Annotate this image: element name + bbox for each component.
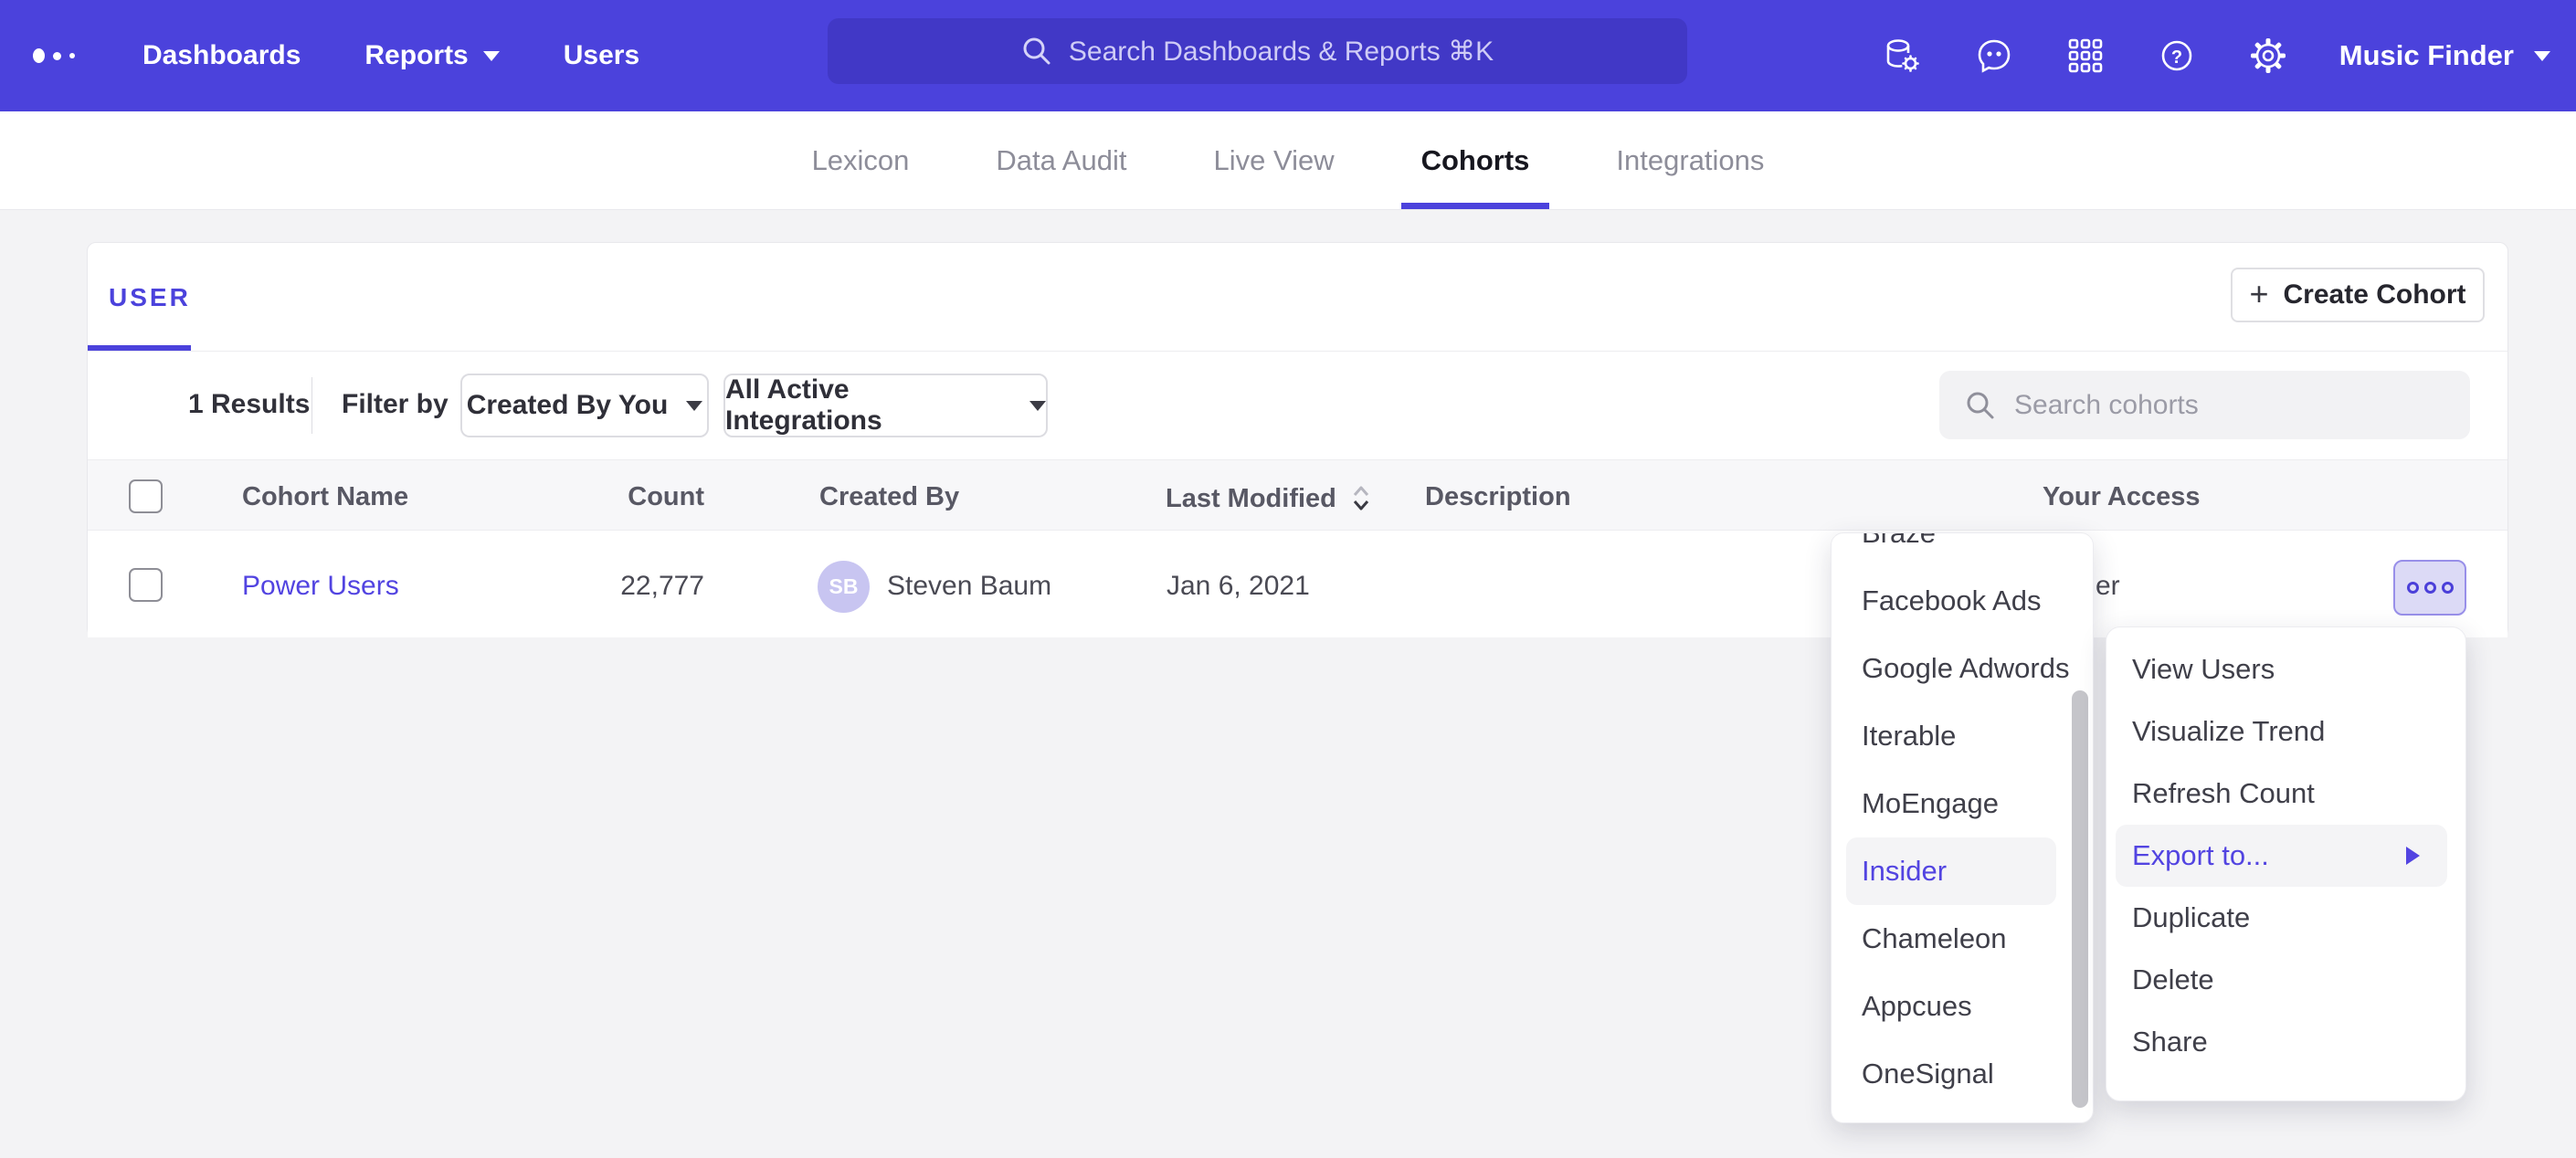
- dot-icon: [2407, 582, 2419, 594]
- menu-item-insider[interactable]: Insider: [1846, 837, 2056, 905]
- results-count: 1 Results: [188, 389, 310, 420]
- divider: [88, 351, 2507, 352]
- last-modified-date: Jan 6, 2021: [1167, 571, 1310, 602]
- filter-by-label: Filter by: [342, 389, 449, 420]
- export-destinations-list: Braze Facebook Ads Google Adwords Iterab…: [1832, 532, 2093, 1108]
- nav-item-users[interactable]: Users: [564, 40, 639, 71]
- cohorts-card: USER + Create Cohort 1 Results Filter by…: [87, 242, 2508, 637]
- nav-utilities: ?: [1883, 0, 2550, 111]
- tab-data-audit[interactable]: Data Audit: [996, 111, 1126, 209]
- menu-item-moengage[interactable]: MoEngage: [1832, 770, 2093, 837]
- menu-item-chameleon[interactable]: Chameleon: [1832, 905, 2093, 973]
- help-icon[interactable]: ?: [2157, 36, 2197, 76]
- divider: [311, 377, 312, 434]
- table-row: Power Users 22,777 SB Steven Baum Jan 6,…: [88, 531, 2507, 637]
- global-search-input[interactable]: Search Dashboards & Reports ⌘K: [828, 18, 1687, 84]
- export-destinations-menu: Braze Facebook Ads Google Adwords Iterab…: [1831, 532, 2094, 1123]
- menu-item-duplicate[interactable]: Duplicate: [2106, 887, 2465, 949]
- avatar: SB: [818, 561, 870, 613]
- your-access-value-partial: er: [2096, 571, 2120, 602]
- create-cohort-button[interactable]: + Create Cohort: [2231, 268, 2485, 322]
- row-actions-button[interactable]: [2393, 560, 2466, 616]
- dot-icon: [2424, 582, 2436, 594]
- nav-item-reports[interactable]: Reports: [364, 40, 499, 71]
- row-context-menu: View Users Visualize Trend Refresh Count…: [2106, 626, 2466, 1101]
- settings-gear-icon[interactable]: [2248, 36, 2288, 76]
- search-icon: [1021, 36, 1052, 67]
- filter-created-by-dropdown[interactable]: Created By You: [460, 374, 709, 437]
- global-search-placeholder: Search Dashboards & Reports ⌘K: [1069, 36, 1494, 68]
- column-header-last-modified[interactable]: Last Modified: [1166, 482, 1375, 515]
- column-header-count[interactable]: Count: [544, 482, 704, 512]
- chevron-down-icon: [686, 401, 702, 411]
- column-header-your-access[interactable]: Your Access: [2043, 482, 2200, 512]
- feedback-icon[interactable]: [1974, 36, 2014, 76]
- cohorts-page: Dashboards Reports Users Search Dashboar…: [0, 0, 2576, 1158]
- select-all-checkbox[interactable]: [129, 479, 163, 513]
- project-name: Music Finder: [2339, 39, 2514, 72]
- column-header-cohort-name[interactable]: Cohort Name: [242, 482, 408, 512]
- brand-logo-icon[interactable]: [33, 0, 75, 111]
- menu-item-google-adwords[interactable]: Google Adwords: [1832, 635, 2093, 702]
- data-management-icon[interactable]: [1883, 36, 1923, 76]
- plus-icon: +: [2249, 278, 2268, 311]
- project-switcher[interactable]: Music Finder: [2339, 39, 2550, 72]
- tab-integrations[interactable]: Integrations: [1616, 111, 1764, 209]
- chevron-down-icon: [2534, 51, 2550, 61]
- row-checkbox[interactable]: [129, 568, 163, 602]
- filter-integrations-dropdown[interactable]: All Active Integrations: [723, 374, 1048, 437]
- menu-item-facebook-ads[interactable]: Facebook Ads: [1832, 567, 2093, 635]
- cohort-name-link[interactable]: Power Users: [242, 571, 399, 602]
- cohort-type-tab-user[interactable]: USER: [109, 283, 191, 312]
- menu-item-share[interactable]: Share: [2106, 1011, 2465, 1073]
- chevron-down-icon: [1029, 401, 1046, 411]
- tab-live-view[interactable]: Live View: [1213, 111, 1334, 209]
- table-header: Cohort Name Count Created By Last Modifi…: [88, 459, 2507, 531]
- cohort-count: 22,777: [544, 571, 704, 602]
- menu-item-braze[interactable]: Braze: [1832, 532, 2093, 567]
- tab-lexicon[interactable]: Lexicon: [812, 111, 910, 209]
- submenu-arrow-icon: [2406, 847, 2420, 865]
- apps-grid-icon[interactable]: [2065, 36, 2106, 76]
- menu-item-view-users[interactable]: View Users: [2106, 638, 2465, 700]
- primary-nav: Dashboards Reports Users: [143, 0, 639, 111]
- menu-item-export-to[interactable]: Export to...: [2116, 825, 2447, 887]
- menu-item-iterable[interactable]: Iterable: [1832, 702, 2093, 770]
- menu-item-visualize-trend[interactable]: Visualize Trend: [2106, 700, 2465, 763]
- section-tabs: Lexicon Data Audit Live View Cohorts Int…: [0, 111, 2576, 210]
- menu-item-refresh-count[interactable]: Refresh Count: [2106, 763, 2465, 825]
- menu-item-delete[interactable]: Delete: [2106, 949, 2465, 1011]
- dot-icon: [2442, 582, 2454, 594]
- cohort-search-placeholder: Search cohorts: [2014, 390, 2199, 421]
- cohort-search-input[interactable]: Search cohorts: [1939, 371, 2470, 439]
- search-icon: [1965, 390, 1996, 421]
- created-by-name: Steven Baum: [887, 571, 1051, 602]
- column-header-description[interactable]: Description: [1425, 482, 1571, 512]
- menu-item-appcues[interactable]: Appcues: [1832, 973, 2093, 1040]
- tab-cohorts[interactable]: Cohorts: [1421, 111, 1530, 209]
- menu-item-onesignal[interactable]: OneSignal: [1832, 1040, 2093, 1108]
- column-header-created-by[interactable]: Created By: [819, 482, 959, 512]
- menu-scrollbar[interactable]: [2072, 690, 2088, 1108]
- sort-icon: [1347, 482, 1375, 515]
- chevron-down-icon: [483, 51, 500, 61]
- top-navbar: Dashboards Reports Users Search Dashboar…: [0, 0, 2576, 111]
- svg-text:?: ?: [2171, 47, 2182, 68]
- nav-item-dashboards[interactable]: Dashboards: [143, 40, 301, 71]
